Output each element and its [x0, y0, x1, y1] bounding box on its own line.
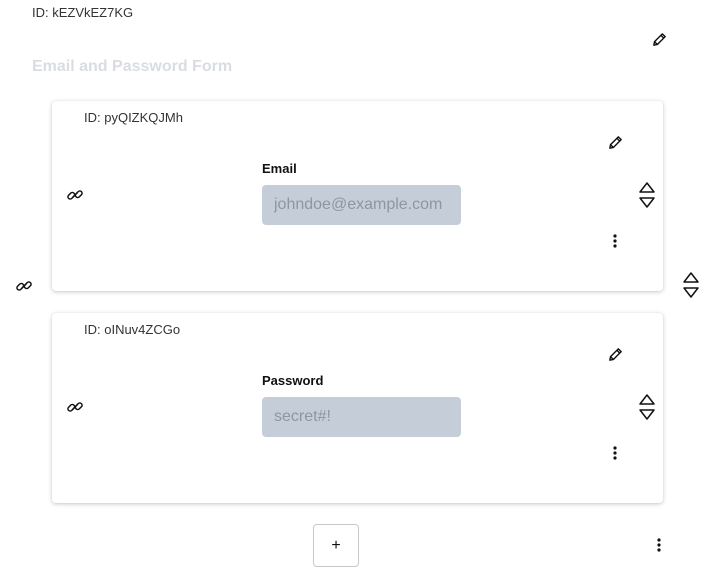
root-chain-link-icon[interactable]: [14, 276, 34, 296]
root-edit-pencil-icon[interactable]: [649, 29, 669, 49]
add-field-button[interactable]: +: [313, 524, 359, 567]
email-card-id-label: ID: pyQIZKQJMh: [84, 110, 183, 125]
password-field-label: Password: [262, 373, 324, 388]
email-card-reorder-up-down-arrows-icon[interactable]: [637, 180, 657, 210]
root-vertical-dots-icon[interactable]: [649, 535, 669, 555]
form-title: Email and Password Form: [32, 58, 233, 75]
email-field-card: ID: pyQIZKQJMh Email: [52, 101, 663, 291]
email-card-chain-link-icon[interactable]: [65, 185, 85, 205]
root-reorder-up-down-arrows-icon[interactable]: [681, 270, 701, 300]
password-card-chain-link-icon[interactable]: [65, 397, 85, 417]
password-card-edit-pencil-icon[interactable]: [605, 344, 625, 364]
password-field-card: ID: oINuv4ZCGo Password: [52, 313, 663, 503]
password-card-id-label: ID: oINuv4ZCGo: [84, 322, 181, 337]
email-input[interactable]: [262, 185, 461, 225]
email-card-vertical-dots-icon[interactable]: [605, 231, 625, 251]
password-card-reorder-up-down-arrows-icon[interactable]: [637, 392, 657, 422]
root-id-label: ID: kEZVkEZ7KG: [32, 5, 134, 20]
password-card-vertical-dots-icon[interactable]: [605, 443, 625, 463]
email-field-label: Email: [262, 161, 297, 176]
email-card-edit-pencil-icon[interactable]: [605, 132, 625, 152]
password-input[interactable]: [262, 397, 461, 437]
